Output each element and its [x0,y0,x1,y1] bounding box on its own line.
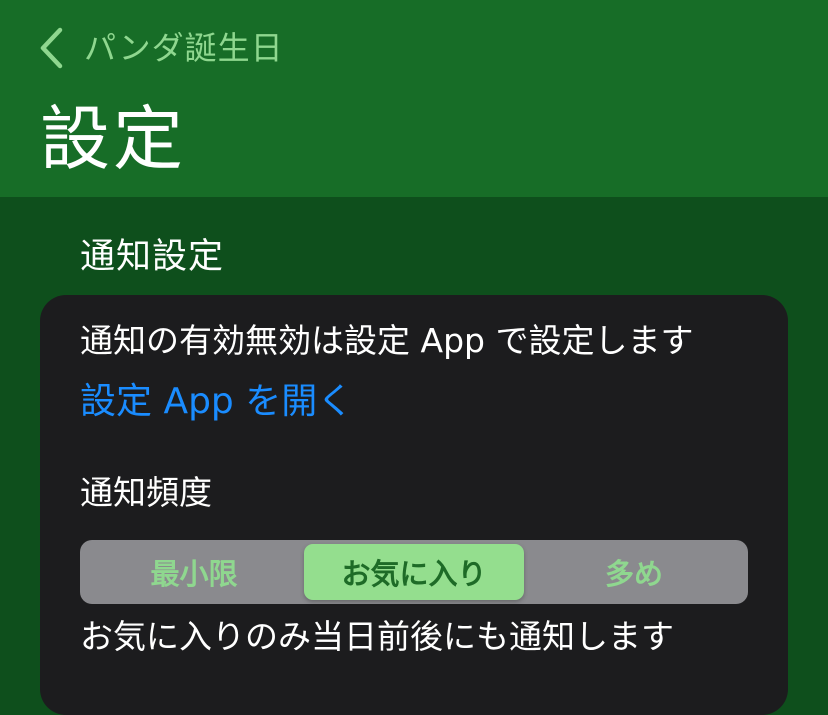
notification-frequency-segmented-control[interactable]: 最小限 お気に入り 多め [80,540,748,604]
back-button-label: パンダ誕生日 [84,29,284,67]
frequency-description-text: お気に入りのみ当日前後にも通知します [80,617,674,656]
page-title: 設定 [40,98,186,180]
segment-frequent[interactable]: 多め [524,544,744,600]
notification-frequency-label: 通知頻度 [80,473,212,512]
open-settings-app-link[interactable]: 設定 App を開く [80,376,353,428]
notification-info-text: 通知の有効無効は設定 App で設定します [80,321,694,360]
navigation-bar: パンダ誕生日 設定 [0,0,828,197]
segment-minimal[interactable]: 最小限 [84,544,304,600]
segment-favorites[interactable]: お気に入り [304,544,524,600]
section-header-notifications: 通知設定 [80,237,225,277]
chevron-left-icon [38,26,64,70]
back-button[interactable]: パンダ誕生日 [38,24,284,72]
